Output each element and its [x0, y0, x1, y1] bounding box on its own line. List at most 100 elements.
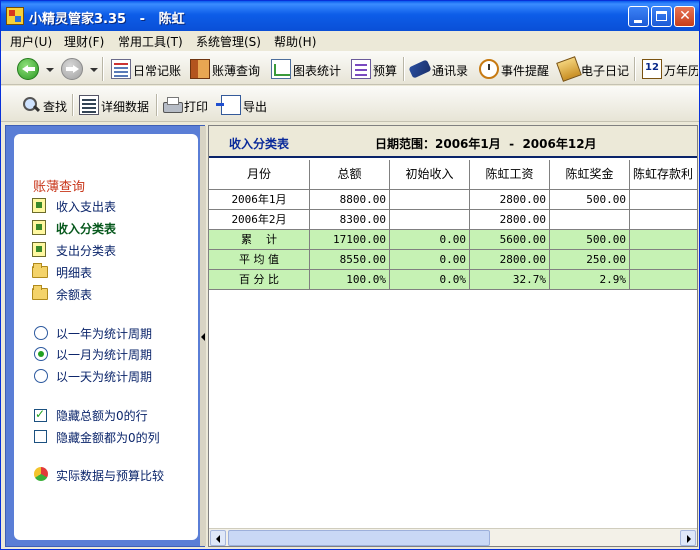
chart-stats-label: 图表统计	[293, 64, 342, 78]
menu-bar: 用户(U) 理财(F) 常用工具(T) 系统管理(S) 帮助(H)	[1, 31, 699, 50]
table-cell: 百 分 比	[209, 270, 310, 290]
diary-icon	[556, 56, 582, 82]
calendar-icon	[642, 59, 662, 79]
column-header[interactable]: 总额	[310, 160, 390, 190]
close-button[interactable]: ✕	[674, 6, 695, 27]
export-icon	[216, 95, 241, 115]
chart-icon	[271, 59, 291, 79]
contacts-button[interactable]: 通讯录	[408, 57, 472, 81]
table-cell	[630, 210, 697, 230]
table-cell: 0.0%	[390, 270, 470, 290]
reminder-button[interactable]: 事件提醒	[479, 57, 553, 81]
table-cell: 100.0%	[310, 270, 390, 290]
back-dropdown-icon[interactable]	[46, 68, 54, 72]
compare-icon	[34, 467, 48, 481]
horizontal-scrollbar[interactable]	[209, 528, 697, 546]
menu-tools[interactable]: 常用工具(T)	[118, 33, 183, 50]
column-header[interactable]: 初始收入	[390, 160, 470, 190]
title-bar: 小精灵管家3.35 - 陈虹 ✕	[1, 1, 699, 31]
hide-zero-columns-label[interactable]: 隐藏金额都为0的列	[56, 429, 160, 446]
close-icon: ✕	[679, 8, 691, 24]
sidebar: 账薄查询 收入支出表 收入分类表 支出分类表 明细表 余额表 以一年为统计周期 …	[5, 125, 206, 547]
report-pane: 收入分类表 日期范围：2006年1月 - 2006年12月 月份 总额 初始收入…	[208, 125, 698, 547]
table-cell	[390, 190, 470, 210]
sidebar-item-label: 余额表	[56, 288, 93, 302]
column-header[interactable]: 陈虹工资	[470, 160, 550, 190]
daily-record-button[interactable]: 日常记账	[111, 57, 185, 81]
table-cell: 500.00	[550, 230, 630, 250]
hide-zero-rows-checkbox[interactable]	[34, 407, 47, 422]
period-month-label[interactable]: 以一月为统计周期	[56, 346, 152, 363]
budget-button[interactable]: 预算	[351, 57, 401, 81]
app-icon	[6, 7, 24, 25]
table-cell	[630, 230, 697, 250]
period-year-label[interactable]: 以一年为统计周期	[56, 325, 152, 342]
toolbar-separator	[634, 57, 636, 81]
ledger-query-button[interactable]: 账薄查询	[190, 57, 264, 81]
period-year-radio[interactable]	[34, 326, 48, 340]
contacts-label: 通讯录	[432, 64, 469, 78]
window-title: 小精灵管家3.35 - 陈虹	[29, 12, 185, 27]
folder-icon	[32, 285, 48, 300]
maximize-button[interactable]	[651, 6, 672, 27]
reminder-label: 事件提醒	[501, 64, 550, 78]
toolbar-separator	[156, 94, 158, 116]
diary-label: 电子日记	[581, 64, 630, 78]
scrollbar-thumb[interactable]	[228, 530, 490, 546]
forward-dropdown-icon[interactable]	[90, 68, 98, 72]
minimize-button[interactable]	[628, 6, 649, 27]
report-header: 收入分类表 日期范围：2006年1月 - 2006年12月	[209, 126, 697, 158]
find-button[interactable]: 查找	[21, 93, 67, 117]
period-day-label[interactable]: 以一天为统计周期	[56, 368, 152, 385]
sidebar-content: 账薄查询 收入支出表 收入分类表 支出分类表 明细表 余额表 以一年为统计周期 …	[14, 134, 198, 540]
back-arrow-icon[interactable]	[17, 58, 39, 80]
table-cell: 平 均 值	[209, 250, 310, 270]
period-day-radio[interactable]	[34, 369, 48, 383]
collapse-arrow-icon[interactable]	[201, 333, 205, 341]
detail-data-button[interactable]: 详细数据	[79, 93, 153, 117]
date-range: 日期范围：2006年1月 - 2006年12月	[375, 137, 597, 151]
phone-icon	[408, 59, 432, 79]
forward-arrow-icon[interactable]	[61, 58, 83, 80]
table-cell	[630, 250, 697, 270]
report-icon	[32, 198, 46, 213]
budget-compare-link[interactable]: 实际数据与预算比较	[56, 467, 164, 484]
table-cell: 2800.00	[470, 250, 550, 270]
app-window: 小精灵管家3.35 - 陈虹 ✕ 用户(U) 理财(F) 常用工具(T) 系统管…	[0, 0, 700, 550]
print-button[interactable]: 打印	[162, 93, 212, 117]
export-button[interactable]: 导出	[216, 93, 268, 117]
menu-help[interactable]: 帮助(H)	[274, 33, 316, 50]
report-icon	[32, 220, 46, 235]
menu-system[interactable]: 系统管理(S)	[196, 33, 261, 50]
sidebar-item-label: 明细表	[56, 266, 93, 280]
column-header[interactable]: 陈虹奖金	[550, 160, 630, 190]
printer-icon	[162, 95, 183, 115]
column-header[interactable]: 月份	[209, 160, 310, 190]
table-cell: 32.7%	[470, 270, 550, 290]
report-grid[interactable]: 月份 总额 初始收入 陈虹工资 陈虹奖金 陈虹存款利 2006年1月 8800.…	[209, 160, 697, 528]
ledger-query-label: 账薄查询	[212, 64, 261, 78]
chart-stats-button[interactable]: 图表统计	[271, 57, 345, 81]
menu-finance[interactable]: 理财(F)	[64, 33, 104, 50]
hide-zero-columns-checkbox[interactable]	[34, 430, 47, 443]
menu-user[interactable]: 用户(U)	[10, 33, 52, 50]
scroll-right-icon[interactable]	[680, 530, 696, 546]
table-cell: 2006年2月	[209, 210, 310, 230]
hide-zero-rows-label[interactable]: 隐藏总额为0的行	[56, 407, 148, 424]
table-cell: 0.00	[390, 250, 470, 270]
budget-icon	[351, 59, 371, 79]
table-cell	[630, 190, 697, 210]
ledger-icon	[111, 59, 131, 79]
export-label: 导出	[243, 100, 268, 114]
detail-data-label: 详细数据	[101, 100, 150, 114]
calendar-button[interactable]: 万年历	[642, 57, 698, 81]
table-cell: 8300.00	[310, 210, 390, 230]
table-cell: 500.00	[550, 190, 630, 210]
search-icon	[21, 95, 41, 115]
column-header[interactable]: 陈虹存款利	[630, 160, 697, 190]
print-label: 打印	[184, 100, 209, 114]
period-month-radio[interactable]	[34, 347, 48, 361]
diary-button[interactable]: 电子日记	[556, 56, 633, 82]
calendar-label: 万年历	[664, 64, 698, 78]
scroll-left-icon[interactable]	[210, 530, 226, 546]
